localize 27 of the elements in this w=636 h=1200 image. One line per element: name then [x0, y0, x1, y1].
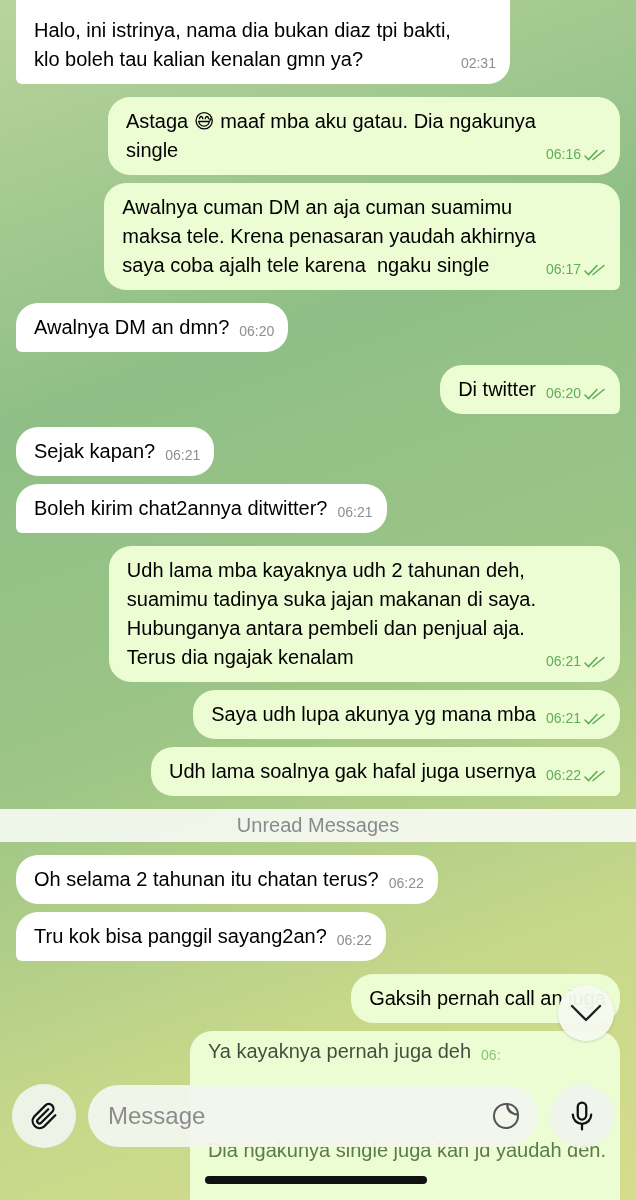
message-time: 06:22 [336, 931, 372, 950]
message-time: 06:21 [165, 446, 201, 465]
message-text: Oh selama 2 tahunan itu chatan terus? [34, 867, 379, 892]
message-text: Tru kok bisa panggil sayang2an? [34, 924, 327, 949]
message-text: Ya kayaknya pernah juga deh [207, 1039, 472, 1064]
message-time: 06:22 [545, 766, 581, 785]
sticker-icon [490, 1100, 522, 1132]
message-text: Awalnya DM an dmn? [34, 315, 230, 340]
message-time: 06:20 [545, 384, 581, 403]
message-text: Halo, ini istrinya, nama dia bukan diaz tpi bakti, klo boleh tau kalian kenalan gmn ya? [34, 18, 451, 72]
message-text: Boleh kirim chat2annya ditwitter? [34, 496, 328, 521]
message-time: 06:21 [545, 709, 581, 728]
message-time: 02:31 [460, 54, 496, 73]
message-time: 06:21 [545, 652, 581, 671]
message-time: 06:17 [545, 260, 581, 279]
message-time: 06:20 [239, 322, 275, 341]
message-text: Udh lama soalnya gak hafal juga usernya [169, 759, 536, 784]
message-time: 06: [481, 1046, 501, 1065]
message-time: 06:21 [337, 503, 373, 522]
message-text: Udh lama mba kayaknya udh 2 tahunan deh, suamimu tadinya suka jajan makanan di saya. Hubunganya antara pembeli dan penjual aja. Terus dia ngajak kenalam [126, 558, 536, 670]
message-text: Astaga 😅 maaf mba aku gatau. Dia ngakunya single [125, 109, 536, 163]
message-text: Awalnya cuman DM an aja cuman suamimu maksa tele. Krena penasaran yaudah akhirnya saya coba ajalh tele karena ngaku single [122, 195, 536, 278]
message-time: 06:16 [545, 145, 581, 164]
message-text: Sejak kapan? [34, 439, 156, 464]
message-text: Saya udh lupa akunya yg mana mba [211, 702, 536, 727]
message-time: 06:22 [388, 874, 424, 893]
message-text: Di twitter [458, 377, 536, 402]
